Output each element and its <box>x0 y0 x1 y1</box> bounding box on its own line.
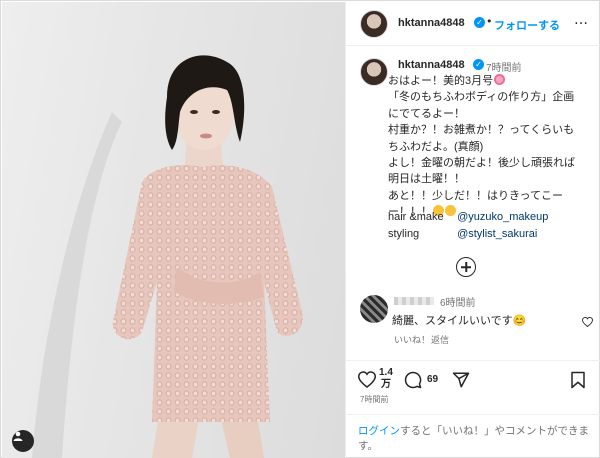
post-sidebar: hktanna4848 ✓ • フォローする … hktanna4848 ✓ 7… <box>345 2 600 458</box>
commenter-avatar[interactable] <box>360 295 388 323</box>
caption-line: 村重か？！お雑煮か！？ってくらいも <box>388 124 575 137</box>
credit-handle-link[interactable]: @yuzuko_makeup <box>457 211 548 223</box>
follow-button[interactable]: フォローする <box>494 17 560 33</box>
credit-handle-link[interactable]: @stylist_sakurai <box>457 228 537 240</box>
heart-icon[interactable] <box>358 371 376 388</box>
caption-line-text: おはよー！美的3月号 <box>388 75 494 87</box>
comment-heart-icon[interactable] <box>582 317 593 327</box>
comments-count: 69 <box>427 374 439 385</box>
author-avatar[interactable] <box>360 10 388 38</box>
plus-circle-icon[interactable] <box>456 257 476 277</box>
verified-badge-icon: ✓ <box>473 59 484 70</box>
credit-label: styling <box>388 228 420 240</box>
author-username[interactable]: hktanna4848 <box>398 17 465 29</box>
separator-dot: • <box>486 15 493 28</box>
credit-styling: styling @stylist_sakurai <box>388 228 537 240</box>
caption-line: 明日は土曜！！ <box>388 173 465 186</box>
login-link[interactable]: ログイン <box>358 425 400 437</box>
photo-illustration <box>32 55 303 458</box>
post-header: hktanna4848 ✓ • フォローする … <box>346 2 600 46</box>
user-tag-icon <box>13 431 23 441</box>
post-actions: 1.4 万 69 7時間前 <box>346 360 600 412</box>
more-dots-icon[interactable]: … <box>574 12 589 28</box>
caption-line: あと！！少しだ！！はりきってこー <box>388 189 564 202</box>
caption-line: にでてるよー！ <box>388 107 465 120</box>
cherry-blossom-emoji-icon <box>494 74 506 85</box>
instagram-post: hktanna4848 ✓ • フォローする … hktanna4848 ✓ 7… <box>0 0 600 458</box>
share-plane-icon[interactable] <box>452 371 470 389</box>
post-time: 7時間前 <box>360 395 389 404</box>
caption-username[interactable]: hktanna4848 <box>398 59 465 71</box>
likes-count-number: 1.4 <box>379 367 393 378</box>
post-photo[interactable] <box>2 2 345 458</box>
caption-time[interactable]: 7時間前 <box>486 59 522 74</box>
comment-item: 6時間前 綺麗、スタイルいいです😊 いいね！ 返信 <box>346 290 600 350</box>
login-prompt: ログインすると「いいね！」やコメントができます。 <box>346 414 600 458</box>
commenter-username-blurred[interactable] <box>394 297 434 305</box>
comment-time: 6時間前 <box>440 298 476 309</box>
likes-count-unit: 万 <box>380 379 391 390</box>
caption-line: おはよー！美的3月号 <box>388 73 598 89</box>
verified-badge-icon: ✓ <box>474 17 485 28</box>
likes-count[interactable]: 1.4 万 <box>379 367 393 391</box>
credit-hair-make: hair &make @yuzuko_makeup <box>388 211 548 223</box>
credit-label: hair &make <box>388 211 444 223</box>
comment-like-link[interactable]: いいね！ <box>394 333 430 346</box>
comment-reply-link[interactable]: 返信 <box>431 333 449 346</box>
comment-bubble-icon[interactable] <box>404 371 422 389</box>
caption-line: 「冬のもちふわボディの作り方」企画 <box>388 91 575 104</box>
caption-line: よし！金曜の朝だよ！後少し頑張れば <box>388 157 575 170</box>
login-prompt-text: ログインすると「いいね！」やコメントができます。 <box>358 424 590 454</box>
caption-avatar[interactable] <box>360 58 388 86</box>
user-tag-button[interactable] <box>12 430 34 452</box>
caption-line: ちふわだよ。(真顔) <box>388 140 484 153</box>
bookmark-icon[interactable] <box>570 371 586 389</box>
caption-text: おはよー！美的3月号 「冬のもちふわボディの作り方」企画 にでてるよー！ 村重か… <box>388 73 598 221</box>
comment-text: 綺麗、スタイルいいです😊 <box>392 315 527 327</box>
